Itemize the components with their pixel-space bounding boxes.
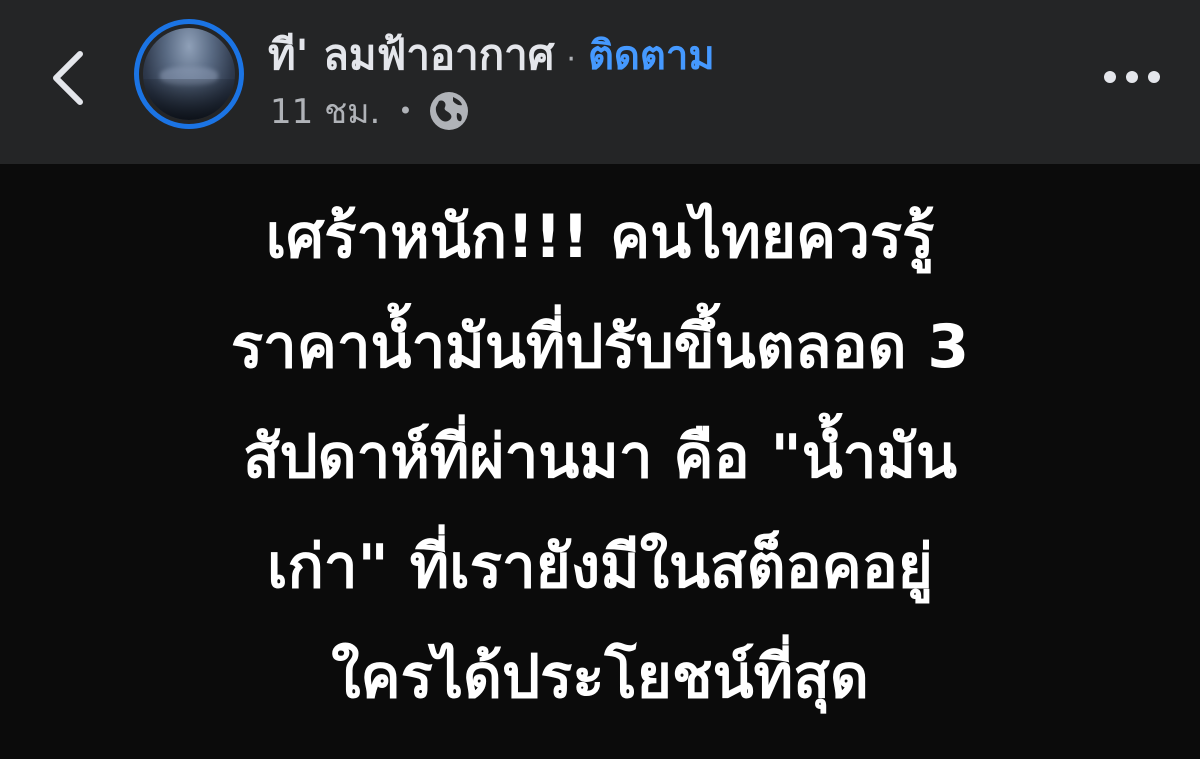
more-horizontal-icon <box>1104 71 1160 83</box>
follow-button[interactable]: ติดตาม <box>588 23 715 87</box>
post-meta: 11 ชม. • <box>270 84 471 138</box>
page-name-link[interactable]: ที' ลมฟ้าอากาศ <box>268 22 554 88</box>
globe-icon[interactable] <box>427 89 471 133</box>
name-row: ที' ลมฟ้าอากาศ · ติดตาม <box>268 22 715 88</box>
post-line: ราคาน้ำมันที่ปรับขึ้นตลอด 3 <box>230 312 970 382</box>
post-screen: ที' ลมฟ้าอากาศ · ติดตาม 11 ชม. • เศร้าหน… <box>0 0 1200 759</box>
post-line: เศร้าหนัก!!! คนไทยควรรู้ <box>265 202 935 272</box>
avatar-image <box>143 28 235 120</box>
avatar[interactable] <box>134 19 244 129</box>
post-line: ใครได้ประโยชน์ที่สุด <box>331 642 869 712</box>
meta-separator: • <box>398 97 413 125</box>
post-line: เก่า" ที่เรายังมีในสต็อคอยู่ <box>267 532 933 602</box>
name-separator: · <box>566 42 576 77</box>
post-line: สัปดาห์ที่ผ่านมา คือ "น้ำมัน <box>242 422 958 492</box>
back-button[interactable] <box>36 38 100 118</box>
chevron-left-icon <box>53 51 83 105</box>
post-timestamp[interactable]: 11 ชม. <box>270 84 380 138</box>
post-header: ที' ลมฟ้าอากาศ · ติดตาม 11 ชม. • <box>0 0 1200 164</box>
more-options-button[interactable] <box>1096 52 1168 102</box>
post-text: เศร้าหนัก!!! คนไทยควรรู้ ราคาน้ำมันที่ปร… <box>40 182 1160 742</box>
